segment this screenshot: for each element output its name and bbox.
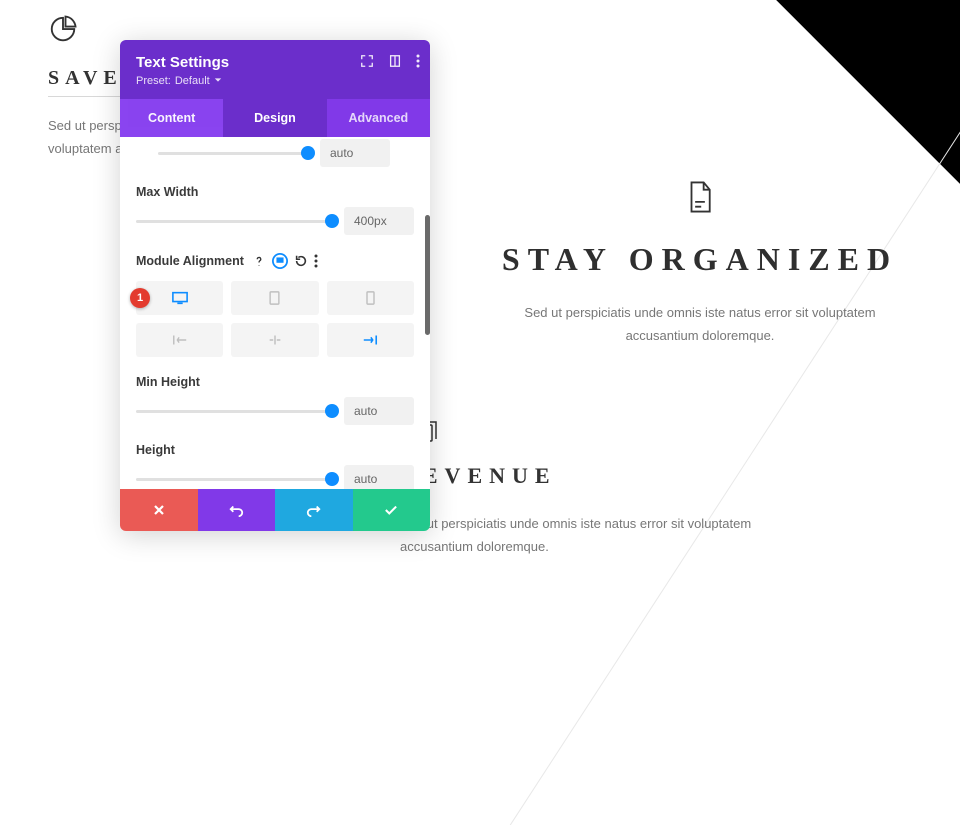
align-center-button[interactable] xyxy=(231,323,318,357)
confirm-button[interactable] xyxy=(353,489,431,531)
height-label: Height xyxy=(136,443,414,457)
align-right-button[interactable] xyxy=(327,323,414,357)
panel-tabs: Content Design Advanced xyxy=(120,99,430,137)
stay-organized-paragraph: Sed ut perspiciatis unde omnis iste natu… xyxy=(520,302,880,348)
max-width-label: Max Width xyxy=(136,185,414,199)
device-tablet-button[interactable] xyxy=(231,281,318,315)
revenue-paragraph: Sed ut perspiciatis unde omnis iste natu… xyxy=(400,513,760,559)
max-width-slider[interactable] xyxy=(136,220,332,223)
revenue-section: REVENUE Sed ut perspiciatis unde omnis i… xyxy=(400,420,910,559)
preset-dropdown[interactable]: Preset: Default xyxy=(136,75,222,87)
max-width-value[interactable]: 400px xyxy=(344,207,414,235)
width-value[interactable]: auto xyxy=(320,139,390,167)
min-height-value[interactable]: auto xyxy=(344,397,414,425)
panel-footer xyxy=(120,489,430,531)
min-height-label: Min Height xyxy=(136,375,414,389)
stay-organized-title: STAY ORGANIZED xyxy=(460,241,940,284)
panel-header[interactable]: Text Settings Preset: Default xyxy=(120,40,430,99)
preset-label: Preset: xyxy=(136,75,171,87)
align-left-button[interactable] xyxy=(136,323,223,357)
text-settings-panel: Text Settings Preset: Default xyxy=(120,40,430,531)
preset-value: Default xyxy=(175,75,210,87)
step-badge: 1 xyxy=(130,288,150,308)
height-slider[interactable] xyxy=(136,478,332,481)
height-value[interactable]: auto xyxy=(344,465,414,489)
chevron-down-icon xyxy=(214,75,222,87)
revenue-title: REVENUE xyxy=(400,463,910,495)
cancel-button[interactable] xyxy=(120,489,198,531)
stay-organized-section: STAY ORGANIZED Sed ut perspiciatis unde … xyxy=(460,180,940,348)
reset-icon[interactable] xyxy=(294,254,308,268)
drag-handle-icon[interactable] xyxy=(388,54,402,68)
file-icon xyxy=(460,180,940,219)
kebab-menu-icon[interactable] xyxy=(416,54,420,68)
responsive-icon[interactable] xyxy=(272,253,288,269)
tab-advanced[interactable]: Advanced xyxy=(327,99,430,137)
undo-button[interactable] xyxy=(198,489,276,531)
scrollbar-thumb[interactable] xyxy=(425,215,430,335)
module-alignment-text: Module Alignment xyxy=(136,254,244,268)
money-icon xyxy=(400,420,910,449)
device-phone-button[interactable] xyxy=(327,281,414,315)
redo-button[interactable] xyxy=(275,489,353,531)
panel-body: auto Max Width 400px Module Alignment xyxy=(120,137,430,489)
min-height-slider[interactable] xyxy=(136,410,332,413)
tab-content[interactable]: Content xyxy=(120,99,223,137)
expand-icon[interactable] xyxy=(360,54,374,68)
width-slider[interactable] xyxy=(158,152,308,155)
kebab-icon[interactable] xyxy=(314,254,318,268)
module-alignment-label: Module Alignment xyxy=(136,253,414,269)
help-icon[interactable] xyxy=(252,254,266,268)
tab-design[interactable]: Design xyxy=(223,99,326,137)
